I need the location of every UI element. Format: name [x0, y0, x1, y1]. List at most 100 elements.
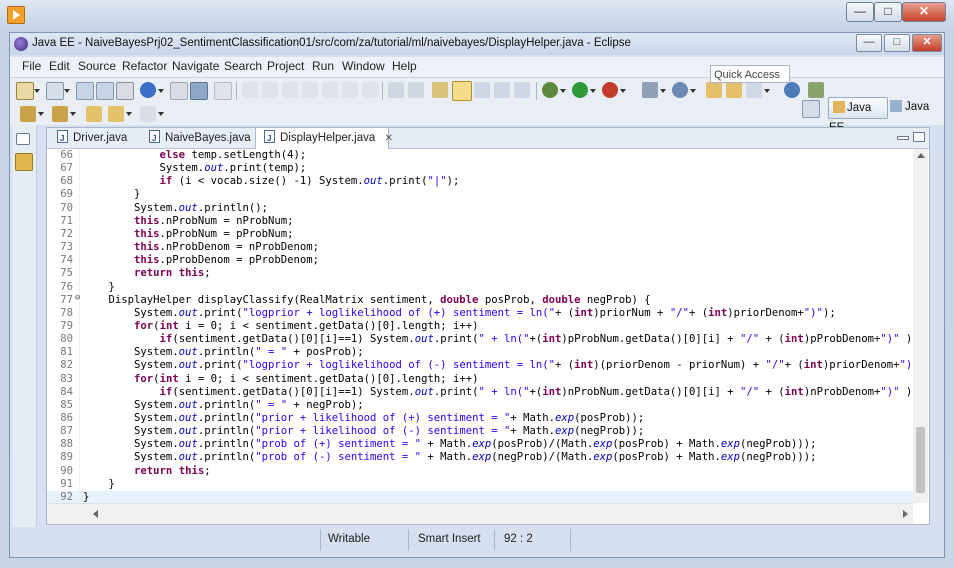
quick-access-input[interactable]: Quick Access [710, 65, 790, 83]
run-icon[interactable] [572, 82, 588, 98]
last-edit-icon[interactable] [86, 106, 102, 122]
code-line[interactable]: 82 System.out.print("logprior + loglikel… [47, 359, 913, 372]
open-folder-icon[interactable] [706, 82, 722, 98]
code-line[interactable]: 66 else temp.setLength(4); [47, 149, 913, 162]
outer-minimize-button[interactable]: — [846, 2, 874, 22]
code-line[interactable]: 67 System.out.print(temp); [47, 162, 913, 175]
toggle-mark-icon[interactable] [388, 82, 404, 98]
menu-window[interactable]: Window [342, 59, 385, 73]
resume-icon[interactable] [262, 82, 278, 98]
vertical-scrollbar[interactable] [913, 149, 928, 503]
new-icon[interactable] [16, 82, 34, 100]
run-dropdown-icon[interactable] [590, 89, 596, 93]
step-return-icon[interactable] [362, 82, 378, 98]
external-tools-dropdown-icon[interactable] [620, 89, 626, 93]
code-line[interactable]: 89 System.out.println("prob of (-) senti… [47, 451, 913, 464]
menu-file[interactable]: File [22, 59, 41, 73]
package-explorer-icon[interactable] [15, 153, 33, 171]
step-into-icon[interactable] [322, 82, 338, 98]
code-line[interactable]: 88 System.out.println("prob of (+) senti… [47, 438, 913, 451]
next-annotation-dropdown-icon[interactable] [38, 112, 44, 116]
restore-icon[interactable] [16, 133, 30, 145]
menu-navigate[interactable]: Navigate [172, 59, 219, 73]
code-line[interactable]: 91 } [47, 478, 913, 491]
new-java-project-icon[interactable] [642, 82, 658, 98]
horizontal-scrollbar[interactable] [47, 503, 913, 524]
menu-edit[interactable]: Edit [49, 59, 70, 73]
code-line[interactable]: 83 for(int i = 0; i < sentiment.getData(… [47, 373, 913, 386]
suspend-icon[interactable] [282, 82, 298, 98]
menu-help[interactable]: Help [392, 59, 417, 73]
close-button[interactable]: ✕ [912, 34, 942, 52]
back-dropdown-icon[interactable] [126, 112, 132, 116]
code-line[interactable]: 74 this.pProbDenom = pProbDenom; [47, 254, 913, 267]
code-line[interactable]: 90 return this; [47, 465, 913, 478]
prev-annotation-icon[interactable] [52, 106, 68, 122]
server-dropdown-icon[interactable] [64, 89, 70, 93]
back-icon[interactable] [108, 106, 124, 122]
show-source-icon[interactable] [514, 82, 530, 98]
scroll-left-icon[interactable] [93, 510, 98, 518]
save-all-icon[interactable] [96, 82, 114, 100]
code-line[interactable]: 86 System.out.println("prior + likelihoo… [47, 412, 913, 425]
code-line[interactable]: 78 System.out.print("logprior + loglikel… [47, 307, 913, 320]
tab-displayhelper-java[interactable]: DisplayHelper.java ✕ [255, 127, 393, 149]
code-line[interactable]: 87 System.out.println("prior + likelihoo… [47, 425, 913, 438]
tab-driver-java[interactable]: Driver.java [49, 128, 135, 149]
code-line[interactable]: 75 return this; [47, 267, 913, 280]
outer-maximize-button[interactable]: □ [874, 2, 902, 22]
highlight-icon[interactable] [452, 81, 472, 101]
skip-breakpoints-icon[interactable] [242, 82, 258, 98]
console-icon[interactable] [190, 82, 208, 100]
debug-icon[interactable] [542, 82, 558, 98]
forward-dropdown-icon[interactable] [158, 112, 164, 116]
search-icon[interactable] [214, 82, 232, 100]
open-type-icon[interactable] [170, 82, 188, 100]
code-line[interactable]: 84 if(sentiment.getData()[0][i]==1) Syst… [47, 386, 913, 399]
code-editor[interactable]: 66 else temp.setLength(4); 67 System.out.… [47, 149, 913, 503]
sync-icon[interactable] [808, 82, 824, 98]
fold-icon[interactable]: ⊖ [75, 292, 80, 305]
code-line[interactable]: 80 if(sentiment.getData()[0][i]==1) Syst… [47, 333, 913, 346]
code-line[interactable]: 81 System.out.println(" = " + posProb); [47, 346, 913, 359]
new-dropdown-icon[interactable] [34, 89, 40, 93]
tab-naivebayes-java[interactable]: NaiveBayes.java [141, 128, 251, 149]
menu-run[interactable]: Run [312, 59, 334, 73]
new-server-icon[interactable] [46, 82, 64, 100]
prev-annotation-dropdown-icon[interactable] [70, 112, 76, 116]
next-annotation-icon[interactable] [20, 106, 36, 122]
code-line[interactable]: 79 for(int i = 0; i < sentiment.getData(… [47, 320, 913, 333]
code-line[interactable]: 68 if (i < vocab.size() -1) System.out.p… [47, 175, 913, 188]
annotation-dropdown-icon[interactable] [764, 89, 770, 93]
external-tools-icon[interactable] [602, 82, 618, 98]
code-line[interactable]: 76 } [47, 281, 913, 294]
code-line[interactable]: 70 System.out.println(); [47, 202, 913, 215]
menu-refactor[interactable]: Refactor [122, 59, 167, 73]
perspective-java-ee[interactable]: Java EE [828, 97, 888, 134]
open-file-icon[interactable] [726, 82, 742, 98]
maximize-button[interactable]: □ [884, 34, 910, 52]
minimize-button[interactable]: — [856, 34, 882, 52]
code-line[interactable]: 73 this.nProbDenom = nProbDenom; [47, 241, 913, 254]
close-tab-icon[interactable]: ✕ [384, 133, 392, 144]
print-icon[interactable] [116, 82, 134, 100]
code-line[interactable]: 69 } [47, 188, 913, 201]
open-perspective-icon[interactable] [802, 100, 820, 118]
scroll-right-icon[interactable] [903, 510, 908, 518]
code-line[interactable]: 85 System.out.println(" = " + negProb); [47, 399, 913, 412]
forward-icon[interactable] [140, 106, 156, 122]
annotation-icon[interactable] [746, 82, 762, 98]
terminate-icon[interactable] [302, 82, 318, 98]
globe-icon[interactable] [140, 82, 156, 98]
menu-search[interactable]: Search [224, 59, 262, 73]
format-icon[interactable] [408, 82, 424, 98]
outer-close-button[interactable]: ✕ [902, 2, 946, 22]
code-line[interactable]: 71 this.nProbNum = nProbNum; [47, 215, 913, 228]
new-package-icon[interactable] [672, 82, 688, 98]
globe-dropdown-icon[interactable] [158, 89, 164, 93]
minimize-editor-icon[interactable] [897, 136, 909, 140]
maximize-editor-icon[interactable] [913, 132, 925, 142]
menu-source[interactable]: Source [78, 59, 116, 73]
save-icon[interactable] [76, 82, 94, 100]
menu-project[interactable]: Project [267, 59, 304, 73]
